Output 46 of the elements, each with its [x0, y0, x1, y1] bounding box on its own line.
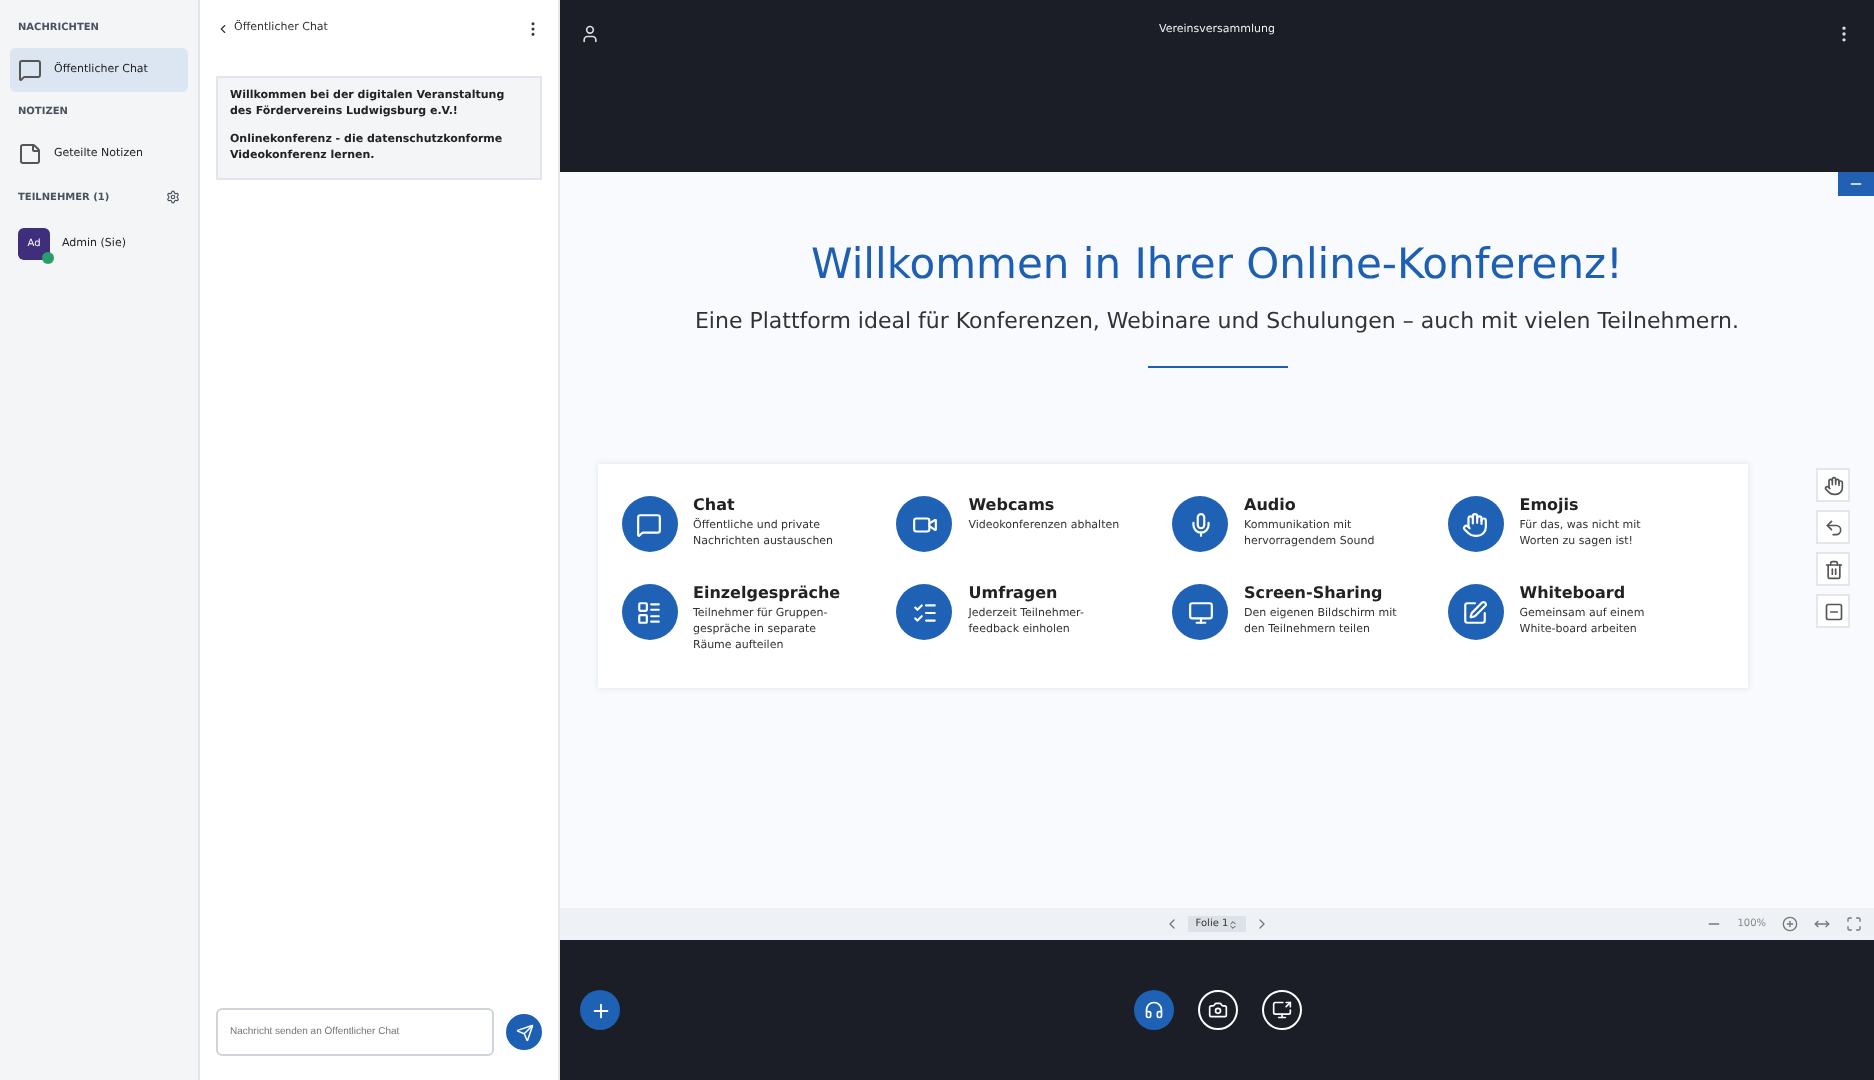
- slide-title: Willkommen in Ihrer Online-Konferenz!: [811, 240, 1623, 288]
- feature-title: Webcams: [968, 496, 1057, 514]
- item-icon: [18, 142, 42, 166]
- audio-icon: [1187, 511, 1213, 537]
- breakout-icon: [636, 599, 662, 625]
- audio-button[interactable]: [1133, 990, 1173, 1030]
- zoom-in-icon[interactable]: [1782, 916, 1798, 932]
- minimize-icon: [1823, 601, 1843, 621]
- audio-icon: [1143, 1000, 1163, 1020]
- minimize-button[interactable]: [1838, 172, 1874, 196]
- updown-caret-icon: [1228, 919, 1239, 929]
- undo-button[interactable]: [1816, 510, 1850, 544]
- whiteboard-icon: [1462, 599, 1489, 625]
- feature-title: Whiteboard: [1519, 584, 1628, 602]
- slide-subtitle: Eine Plattform ideal für Konferenzen, Webinare und Schulungen – auch mit vielen Teilnehmern.: [694, 308, 1739, 334]
- send-button[interactable]: [506, 1014, 542, 1050]
- send-icon: [515, 1023, 533, 1041]
- screen-button[interactable]: [1261, 990, 1301, 1030]
- feature-title: Umfragen: [968, 584, 1060, 602]
- webcam-icon: [911, 511, 938, 537]
- poll-icon: [911, 599, 938, 625]
- plus-icon: [589, 999, 611, 1021]
- screen-icon: [1271, 1000, 1291, 1020]
- trash-icon: [1823, 559, 1843, 579]
- video-button[interactable]: [1197, 990, 1237, 1030]
- user-icon[interactable]: [580, 24, 600, 44]
- fullscreen-icon[interactable]: [1846, 916, 1862, 932]
- actions-button[interactable]: [580, 990, 620, 1030]
- chat-icon: [636, 511, 662, 537]
- fit-width-icon[interactable]: [1814, 916, 1830, 932]
- undo-icon: [1823, 517, 1843, 537]
- delete-button[interactable]: [1816, 552, 1850, 586]
- screen-icon: [1187, 599, 1213, 625]
- feature-title: Emojis: [1519, 496, 1581, 514]
- minimize-button[interactable]: [1816, 594, 1850, 628]
- settings-icon[interactable]: [166, 190, 180, 204]
- feature-title: Screen-Sharing: [1244, 584, 1385, 602]
- emoji-icon: [1462, 511, 1489, 537]
- feature-title: Chat: [693, 496, 737, 514]
- hand-tool-button[interactable]: [1816, 468, 1850, 502]
- feature-title: Audio: [1244, 496, 1298, 514]
- back-icon: [216, 21, 230, 35]
- feature-title: Einzelgespräche: [693, 584, 843, 602]
- hand-icon: [1823, 475, 1843, 495]
- video-icon: [1207, 1000, 1227, 1020]
- item-icon: [18, 58, 42, 82]
